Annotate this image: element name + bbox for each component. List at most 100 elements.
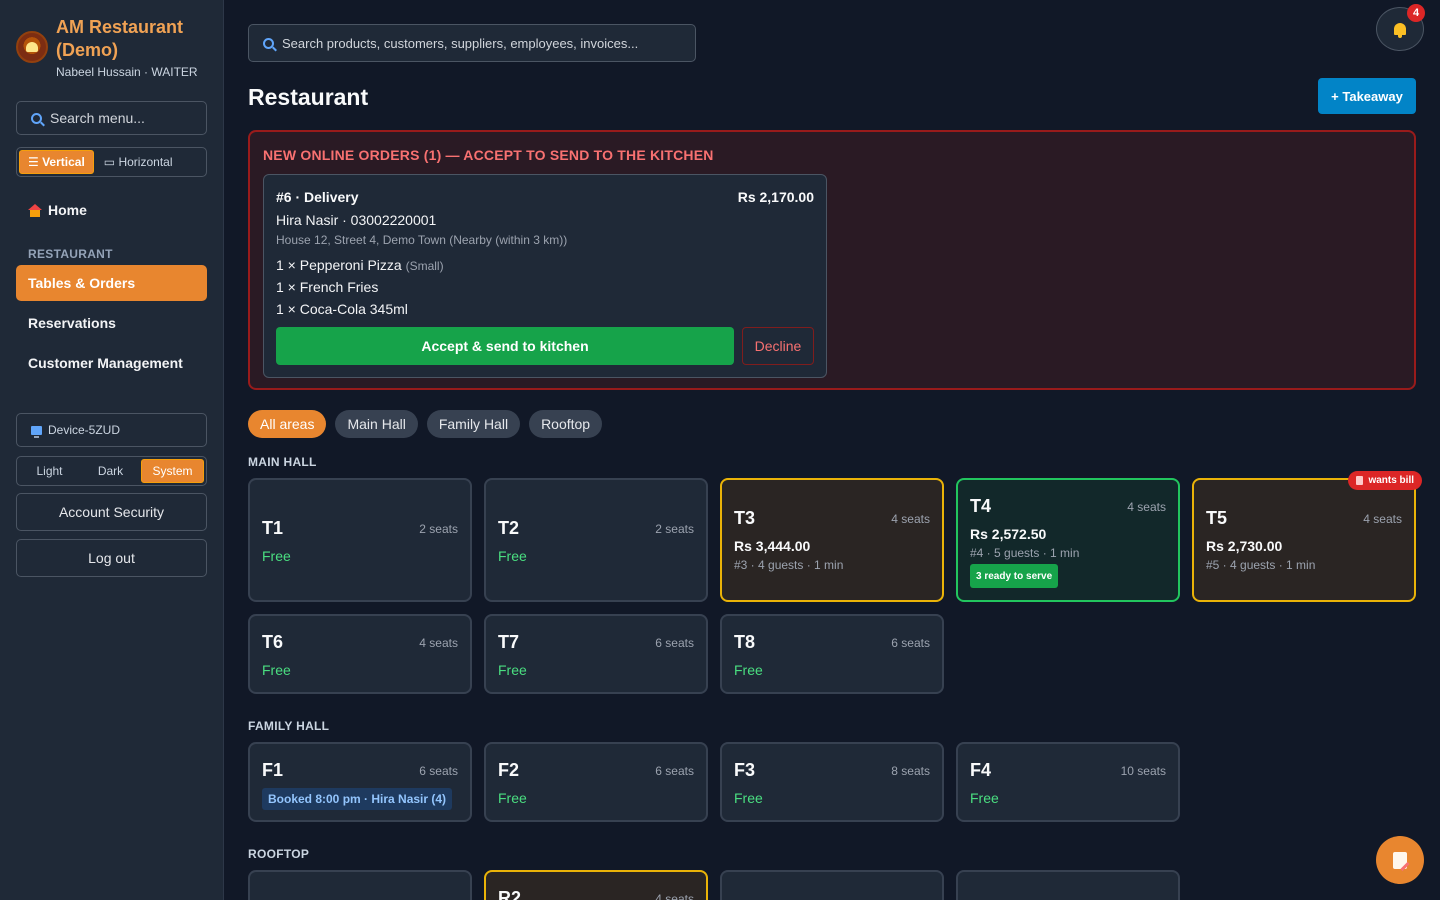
theme-light-button[interactable]: Light: [19, 459, 80, 483]
table-card-t4[interactable]: T4 4 seats Rs 2,572.50 #4 · 5 guests · 1…: [956, 478, 1180, 602]
nav-tables-orders[interactable]: Tables & Orders: [16, 265, 207, 301]
filter-rooftop[interactable]: Rooftop: [529, 410, 603, 438]
table-card-t2[interactable]: T2 2 seats Free: [484, 478, 708, 602]
restaurant-logo-icon: [16, 31, 48, 63]
home-icon: [28, 203, 42, 217]
table-name: T3: [734, 508, 756, 528]
receipt-icon: [1356, 476, 1364, 485]
table-meta: #5 · 4 guests · 1 min: [1206, 558, 1316, 572]
table-card-t7[interactable]: T7 6 seats Free: [484, 614, 708, 694]
device-name: Device-5ZUD: [48, 423, 121, 437]
table-card-f3[interactable]: F3 8 seats Free: [720, 742, 944, 822]
table-name: F1: [262, 760, 284, 780]
table-meta: #4 · 5 guests · 1 min: [970, 546, 1080, 560]
table-status: Free: [970, 790, 999, 806]
memo-icon: [1393, 851, 1407, 869]
nav-customer-management[interactable]: Customer Management: [16, 345, 207, 381]
nav-section-restaurant: RESTAURANT: [28, 247, 113, 261]
filter-main-hall[interactable]: Main Hall: [335, 410, 418, 438]
filter-family-hall[interactable]: Family Hall: [426, 410, 521, 438]
table-name: T6: [262, 632, 284, 652]
order-item: 1 × Pepperoni Pizza (Small): [276, 257, 444, 273]
order-item-variant: (Small): [405, 259, 444, 273]
notification-count-badge: 4: [1407, 4, 1425, 22]
table-name: T5: [1206, 508, 1228, 528]
order-item-text: 1 × Pepperoni Pizza: [276, 257, 402, 273]
table-seats: 6 seats: [891, 636, 930, 650]
order-item-text: 1 × Coca-Cola 345ml: [276, 301, 408, 317]
table-name: R2: [498, 888, 522, 900]
global-search-input[interactable]: Search products, customers, suppliers, e…: [248, 24, 696, 62]
table-name: F3: [734, 760, 756, 780]
table-card-r3[interactable]: [720, 870, 944, 900]
area-filters: All areas Main Hall Family Hall Rooftop: [248, 410, 603, 438]
table-name: T8: [734, 632, 756, 652]
new-order-fab-button[interactable]: [1376, 836, 1424, 884]
order-address: House 12, Street 4, Demo Town (Nearby (w…: [276, 233, 568, 247]
theme-dark-button[interactable]: Dark: [80, 459, 141, 483]
table-seats: 4 seats: [655, 892, 694, 900]
notifications-button[interactable]: 4: [1376, 4, 1425, 51]
table-name: F2: [498, 760, 520, 780]
nav-reservations[interactable]: Reservations: [16, 305, 207, 341]
account-security-button[interactable]: Account Security: [16, 493, 207, 531]
order-item-text: 1 × French Fries: [276, 279, 379, 295]
wants-bill-badge: wants bill: [1348, 471, 1422, 490]
table-card-f4[interactable]: F4 10 seats Free: [956, 742, 1180, 822]
brand-title: AM Restaurant (Demo): [56, 17, 184, 60]
table-status: Free: [498, 790, 527, 806]
table-card-t8[interactable]: T8 6 seats Free: [720, 614, 944, 694]
menu-search-placeholder: Search menu...: [50, 110, 145, 126]
table-seats: 6 seats: [655, 764, 694, 778]
table-seats: 8 seats: [891, 764, 930, 778]
area-title-family-hall: FAMILY HALL: [248, 719, 330, 733]
table-meta: #3 · 4 guests · 1 min: [734, 558, 844, 572]
table-card-t3[interactable]: T3 4 seats Rs 3,444.00 #3 · 4 guests · 1…: [720, 478, 944, 602]
table-card-r2[interactable]: R2 4 seats: [484, 870, 708, 900]
area-title-rooftop: ROOFTOP: [248, 847, 310, 861]
nav-home-label: Home: [48, 202, 87, 218]
global-search-placeholder: Search products, customers, suppliers, e…: [282, 35, 639, 51]
table-amount: Rs 3,444.00: [734, 538, 811, 554]
area-title-main-hall: MAIN HALL: [248, 455, 317, 469]
table-name: T2: [498, 518, 520, 538]
accept-order-button[interactable]: Accept & send to kitchen: [276, 327, 734, 365]
online-orders-heading: NEW ONLINE ORDERS (1) — ACCEPT TO SEND T…: [263, 147, 714, 163]
order-total: Rs 2,170.00: [737, 189, 814, 205]
takeaway-button[interactable]: + Takeaway: [1318, 78, 1416, 114]
decline-order-button[interactable]: Decline: [742, 327, 814, 365]
table-seats: 4 seats: [1363, 512, 1402, 526]
table-status: Free: [262, 548, 291, 564]
table-card-t5[interactable]: wants bill T5 4 seats Rs 2,730.00 #5 · 4…: [1192, 471, 1422, 602]
layout-toggle: ☰ Vertical ▭ Horizontal: [16, 147, 207, 177]
table-seats: 10 seats: [1120, 764, 1166, 778]
table-seats: 2 seats: [419, 522, 458, 536]
device-indicator[interactable]: Device-5ZUD: [16, 413, 207, 447]
theme-toggle: Light Dark System: [16, 456, 207, 486]
logout-button[interactable]: Log out: [16, 539, 207, 577]
order-title: #6 · Delivery: [276, 189, 359, 205]
online-orders-panel: NEW ONLINE ORDERS (1) — ACCEPT TO SEND T…: [248, 130, 1416, 390]
table-card-r1[interactable]: [248, 870, 472, 900]
table-amount: Rs 2,730.00: [1206, 538, 1283, 554]
table-card-f2[interactable]: F2 6 seats Free: [484, 742, 708, 822]
nav-home[interactable]: Home: [28, 202, 87, 218]
filter-all-areas[interactable]: All areas: [248, 410, 327, 438]
table-seats: 6 seats: [419, 764, 458, 778]
page-title: Restaurant: [248, 84, 369, 110]
table-seats: 4 seats: [419, 636, 458, 650]
layout-vertical-button[interactable]: ☰ Vertical: [19, 150, 94, 174]
theme-system-button[interactable]: System: [141, 459, 204, 483]
menu-search-input[interactable]: Search menu...: [16, 101, 207, 135]
table-name: T1: [262, 518, 284, 538]
current-user: Nabeel Hussain · WAITER: [56, 65, 198, 79]
order-item: 1 × Coca-Cola 345ml: [276, 301, 408, 317]
table-card-f1[interactable]: F1 6 seats Booked 8:00 pm · Hira Nasir (…: [248, 742, 472, 822]
layout-horizontal-button[interactable]: ▭ Horizontal: [96, 150, 181, 174]
wants-bill-label: wants bill: [1368, 475, 1414, 486]
table-status: Free: [734, 662, 763, 678]
table-card-r4[interactable]: [956, 870, 1180, 900]
table-card-t1[interactable]: T1 2 seats Free: [248, 478, 472, 602]
table-card-t6[interactable]: T6 4 seats Free: [248, 614, 472, 694]
table-name: T4: [970, 496, 992, 516]
